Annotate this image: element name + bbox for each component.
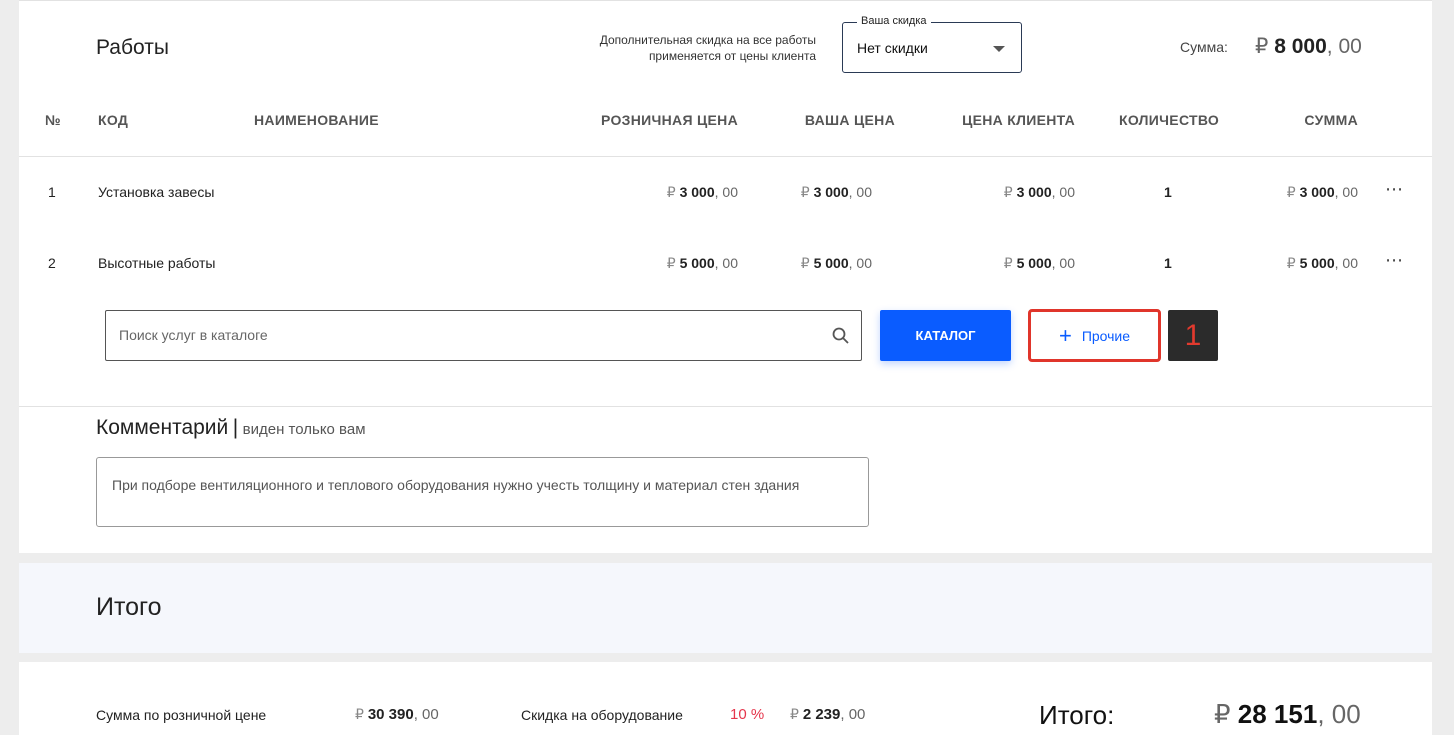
row-sum-value: 5 000 [1299,255,1335,271]
equip-discount-main: 2 239 [802,706,841,723]
row-name: Высотные работы [98,255,216,271]
add-other-label: Прочие [1081,327,1131,344]
row-client-value: 5 000 [1016,255,1052,271]
equip-discount-cents: , 00 [840,706,866,723]
search-icon[interactable] [832,327,849,344]
retail-sum-cents: , 00 [413,706,439,723]
col-header-your-price: ВАША ЦЕНА [804,112,895,128]
comment-divider [19,406,1432,407]
discount-note: Дополнительная скидка на все работы прим… [539,32,816,64]
equip-discount-label: Скидка на оборудование [521,707,683,723]
retail-sum-label: Сумма по розничной цене [96,707,267,723]
catalog-search [105,310,862,361]
more-icon[interactable]: ⋯ [1385,179,1404,200]
currency-symbol: ₽ [355,706,364,722]
row-cents: , 00 [1051,184,1075,200]
row-sum: ₽ 3 000, 00 [1158,184,1358,201]
grand-total-value: ₽ 28 151, 00 [1214,699,1361,730]
row-your-value: 3 000 [813,184,849,200]
currency-symbol: ₽ [1003,255,1013,271]
comment-textarea[interactable]: При подборе вентиляционного и теплового … [96,457,869,527]
currency-symbol: ₽ [800,184,810,200]
retail-sum-value: ₽ 30 390, 00 [355,706,439,723]
discount-note-line1: Дополнительная скидка на все работы [599,33,816,47]
row-cents: , 00 [848,255,872,271]
row-client-value: 3 000 [1016,184,1052,200]
row-client-price: ₽ 3 000, 00 [875,184,1075,201]
row-cents: , 00 [848,184,872,200]
discount-note-line2: применяется от цены клиента [648,49,816,63]
marker-badge: 1 [1168,310,1218,361]
plus-icon: + [1058,322,1072,348]
catalog-button[interactable]: КАТАЛОГ [880,310,1011,361]
comment-subtitle: виден только вам [242,421,366,438]
works-sum-value: ₽ 8 000, 00 [1255,34,1362,59]
grand-total-label: Итого: [1039,700,1115,730]
works-sum-label: Сумма: [1180,39,1228,55]
row-cents: , 00 [1334,184,1358,200]
currency-symbol: ₽ [800,255,810,271]
currency-symbol: ₽ [1214,699,1231,729]
row-your-value: 5 000 [813,255,849,271]
equip-discount-pct: 10 % [730,706,765,723]
catalog-search-input[interactable] [106,311,786,359]
row-sum-value: 3 000 [1299,184,1335,200]
currency-symbol: ₽ [1255,35,1269,58]
col-header-num: № [45,112,61,128]
col-header-name: НАИМЕНОВАНИЕ [254,112,379,128]
discount-select[interactable]: Ваша скидка Нет скидки [842,15,1022,73]
currency-symbol: ₽ [1286,184,1296,200]
grand-total-main: 28 151 [1237,699,1318,729]
add-other-button[interactable]: + Прочие [1028,309,1161,362]
discount-select-legend: Ваша скидка [857,15,931,27]
totals-title: Итого [96,593,162,621]
row-name: Установка завесы [98,184,215,200]
comment-title: Комментарий [96,416,229,439]
row-your-price: ₽ 3 000, 00 [672,184,872,201]
works-sum-cents: , 00 [1326,35,1362,58]
works-sum-main: 8 000 [1274,35,1327,58]
more-icon[interactable]: ⋯ [1385,250,1404,271]
totals-header: Итого [19,563,1432,653]
works-title: Работы [96,36,169,59]
row-num: 2 [48,255,56,271]
grand-total-cents: , 00 [1317,699,1361,729]
row-cents: , 00 [1051,255,1075,271]
equip-discount-value: ₽ 2 239, 00 [790,706,865,723]
currency-symbol: ₽ [1286,255,1296,271]
comment-separator: | [232,416,239,439]
chevron-down-icon [993,46,1005,52]
currency-symbol: ₽ [790,706,799,722]
row-your-price: ₽ 5 000, 00 [672,255,872,272]
currency-symbol: ₽ [1003,184,1013,200]
row-client-price: ₽ 5 000, 00 [875,255,1075,272]
row-num: 1 [48,184,56,200]
row-cents: , 00 [1334,255,1358,271]
discount-select-value: Нет скидки [857,40,928,56]
col-header-code: КОД [98,112,129,128]
table-header-divider [19,156,1432,157]
retail-sum-main: 30 390 [367,706,414,723]
col-header-sum: СУММА [1304,112,1358,128]
row-sum: ₽ 5 000, 00 [1158,255,1358,272]
totals-card: Сумма по розничной цене ₽ 30 390, 00 Ски… [19,662,1432,735]
col-header-client-price: ЦЕНА КЛИЕНТА [962,112,1075,128]
works-card: Работы Дополнительная скидка на все рабо… [19,0,1432,553]
comment-heading: Комментарий | виден только вам [96,416,366,440]
